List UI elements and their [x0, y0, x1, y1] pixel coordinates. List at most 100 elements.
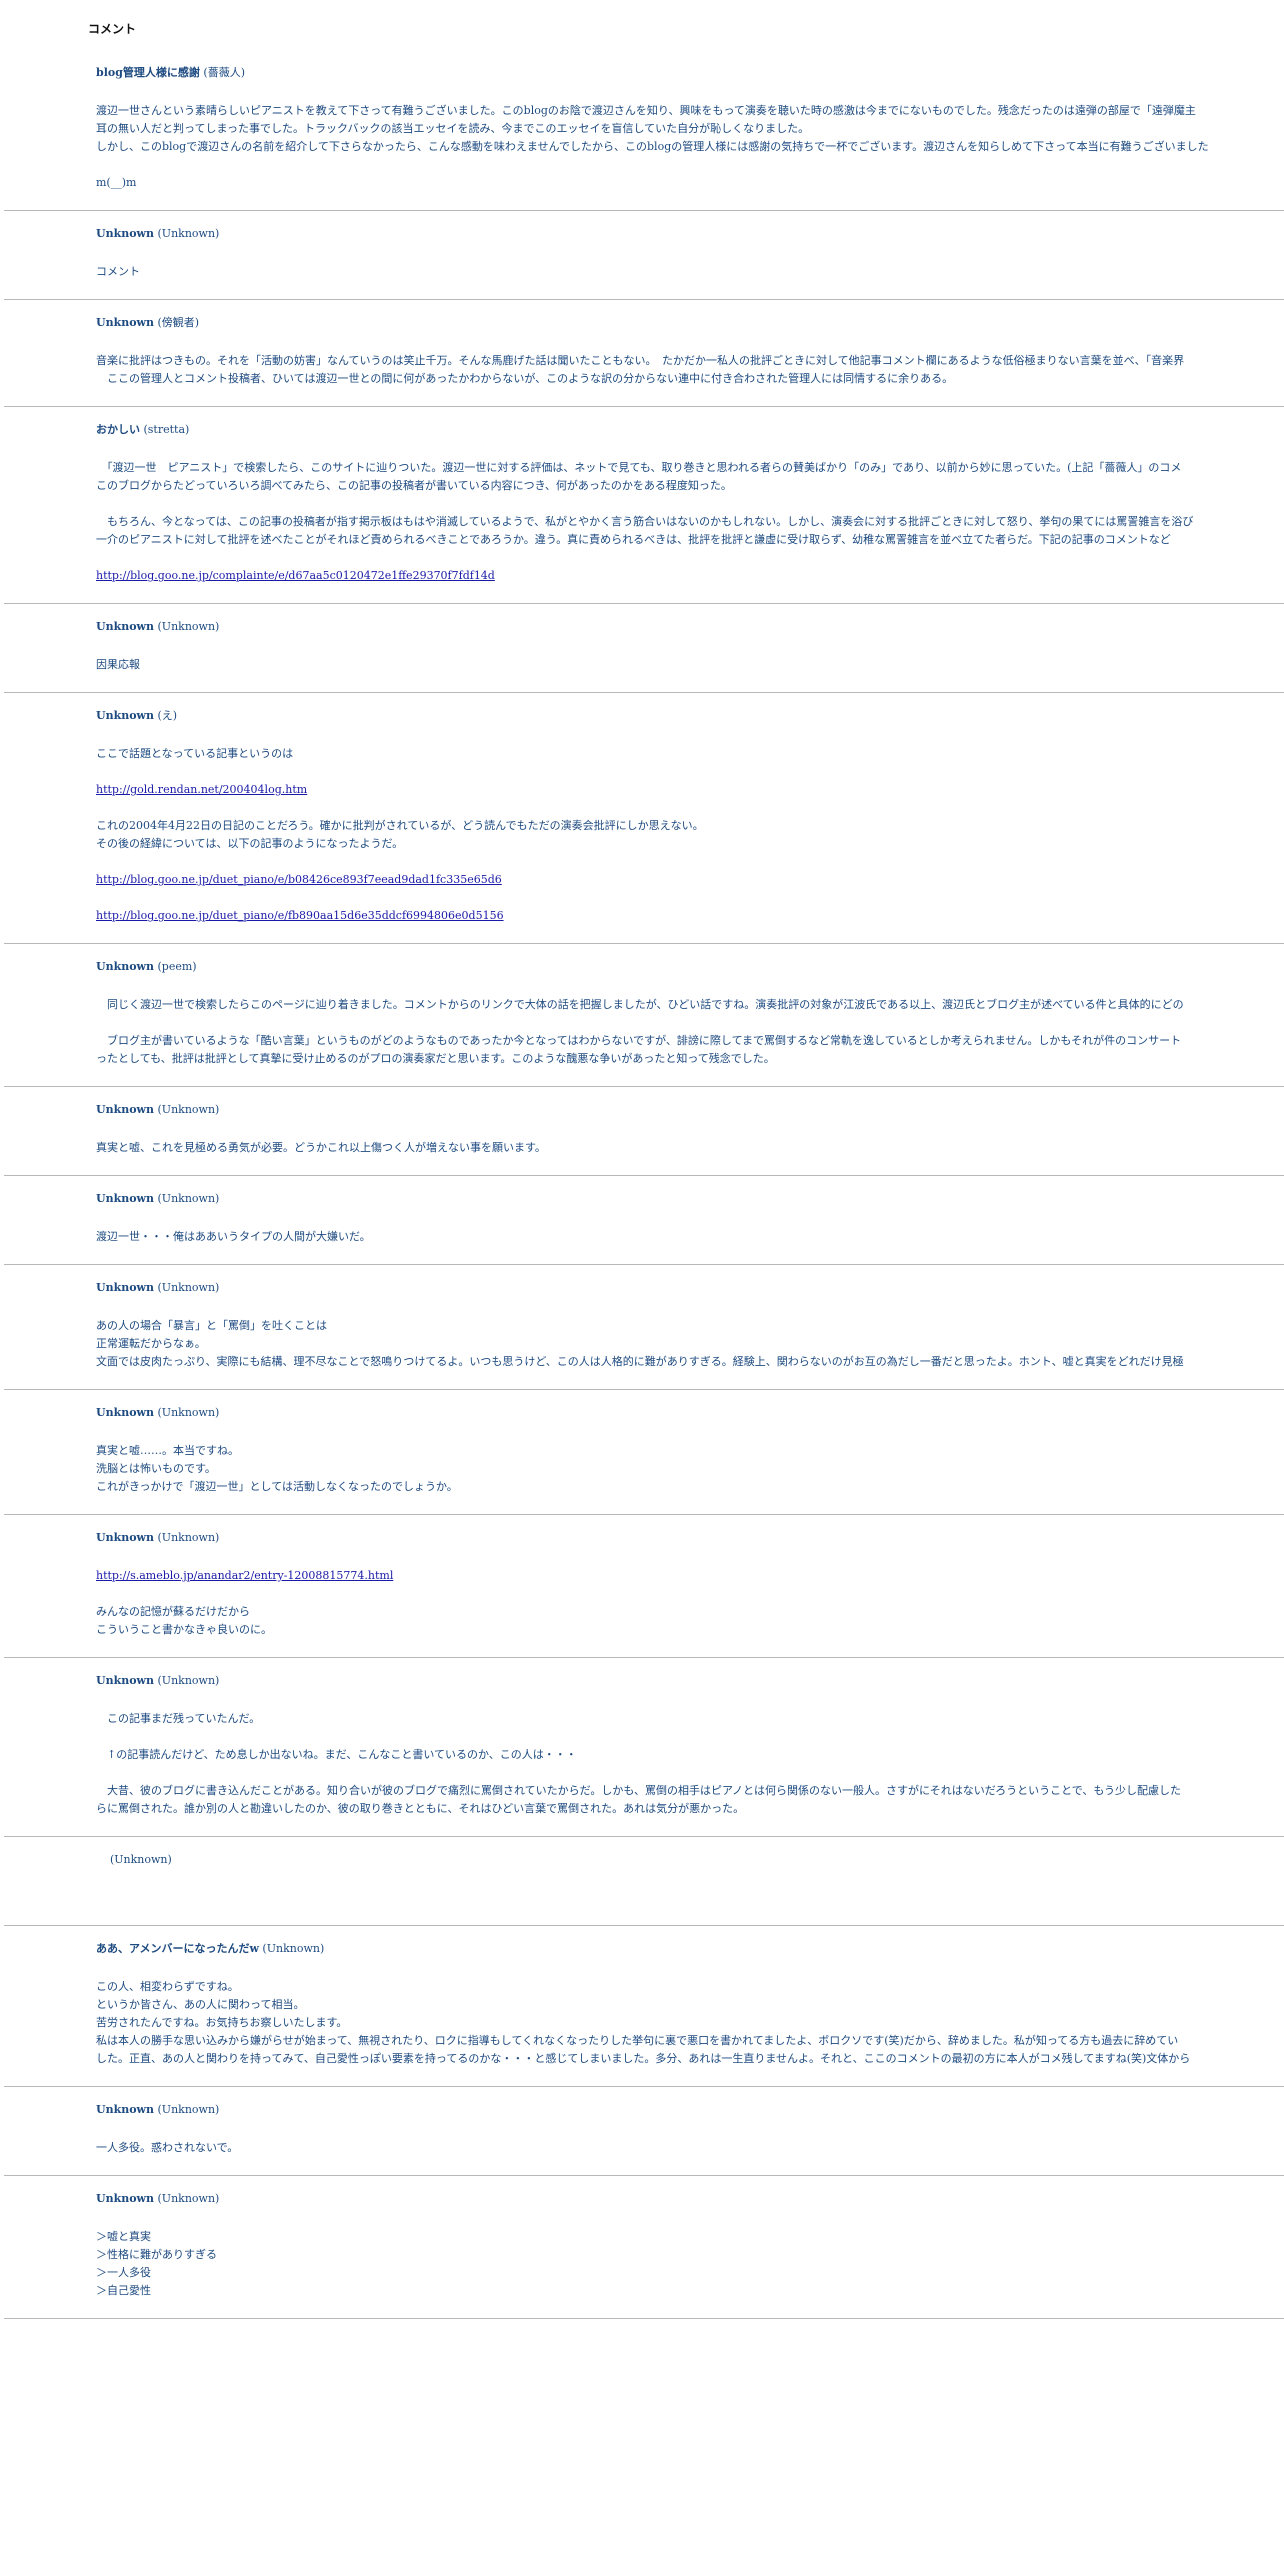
- comment-author-name: (薔薇人): [199, 66, 245, 79]
- comment-paragraph: もちろん、今となっては、この記事の投稿者が指す掲示板はもはや消滅しているようで、…: [96, 513, 1284, 549]
- comment-item: Unknown (傍観者) 音楽に批評はつきもの。それを「活動の妨害」なんていうの…: [4, 300, 1284, 407]
- comment-author-name: (Unknown): [154, 1406, 220, 1419]
- comment-item: Unknown (Unknown) 一人多役。惑わされないで。: [4, 2087, 1284, 2176]
- comment-title: Unknown: [96, 620, 155, 633]
- comment-author-name: (Unknown): [154, 1103, 220, 1116]
- comment-header: Unknown (peem): [96, 958, 1284, 976]
- comment-text-line: 私は本人の勝手な思い込みから嫌がらせが始まって、無視されたり、ロクに指導もしてく…: [96, 2034, 1179, 2047]
- comment-paragraph: http://s.ameblo.jp/anandar2/entry-120088…: [96, 1567, 1284, 1585]
- comment-item: Unknown (え) ここで話題となっている記事というのは http://gold…: [4, 693, 1284, 944]
- comment-text-line: 渡辺一世・・・俺はああいうタイプの人間が大嫌いだ。: [96, 1230, 371, 1243]
- comment-text-line: このブログからたどっていろいろ調べてみたら、この記事の投稿者が書いている内容につ…: [96, 479, 732, 492]
- comment-header: Unknown (Unknown): [96, 1190, 1284, 1208]
- comment-header: (Unknown): [96, 1851, 1284, 1869]
- comment-item: おかしい (stretta) 「渡辺一世 ピアニスト」で検索したら、このサイトに…: [4, 407, 1284, 604]
- comment-header: おかしい (stretta): [96, 421, 1284, 439]
- comment-author-name: (Unknown): [154, 1192, 220, 1205]
- comment-body: 因果応報: [96, 656, 1284, 674]
- comment-text-line: 正常運転だからなぁ。: [96, 1337, 206, 1350]
- comment-text-line: これがきっかけで「渡辺一世」としては活動しなくなったのでしょうか。: [96, 1480, 458, 1493]
- comment-item: Unknown (Unknown) 真実と嘘……。本当ですね。 洗脳とは怖いものです…: [4, 1390, 1284, 1515]
- comment-paragraph: 因果応報: [96, 656, 1284, 674]
- comment-header: Unknown (Unknown): [96, 1404, 1284, 1422]
- comment-body: コメント: [96, 263, 1284, 281]
- comment-link[interactable]: http://blog.goo.ne.jp/duet_piano/e/fb890…: [96, 907, 1284, 925]
- comment-text-line: ＞嘘と真実: [96, 2230, 151, 2243]
- comment-text-line: ここで話題となっている記事というのは: [96, 747, 294, 760]
- comment-paragraph: コメント: [96, 263, 1284, 281]
- comment-title: おかしい: [96, 423, 140, 436]
- comment-header: Unknown (Unknown): [96, 618, 1284, 636]
- comment-author-name: (stretta): [140, 423, 190, 436]
- comment-body: 真実と嘘、これを見極める勇気が必要。どうかこれ以上傷つく人が増えない事を願います…: [96, 1139, 1284, 1157]
- comment-header: Unknown (傍観者): [96, 314, 1284, 332]
- comment-item: blog管理人様に感謝 (薔薇人) 渡辺一世さんという素晴らしいピアニストを教えて…: [4, 50, 1284, 211]
- comment-paragraph: http://blog.goo.ne.jp/duet_piano/e/b0842…: [96, 871, 1284, 889]
- comment-item: ああ、アメンバーになったんだw (Unknown) この人、相変わらずですね。 とい…: [4, 1926, 1284, 2087]
- comment-body: ここで話題となっている記事というのは http://gold.rendan.net…: [96, 745, 1284, 925]
- comment-title: Unknown: [96, 1406, 155, 1419]
- comment-body: 同じく渡辺一世で検索したらこのページに辿り着きました。コメントからのリンクで大体…: [96, 996, 1284, 1068]
- comment-paragraph: 「渡辺一世 ピアニスト」で検索したら、このサイトに辿りついた。渡辺一世に対する評…: [96, 459, 1284, 495]
- comment-item: Unknown (peem) 同じく渡辺一世で検索したらこのページに辿り着きまし…: [4, 944, 1284, 1087]
- comment-paragraph: [96, 1889, 1284, 1907]
- comment-text-line: コメント: [96, 265, 140, 278]
- comment-paragraph: みんなの記憶が蘇るだけだから こういうこと書かなきゃ良いのに。: [96, 1603, 1284, 1639]
- comment-text-line: らに罵倒された。誰か別の人と勘違いしたのか、彼の取り巻きとともに、それはひどい言…: [96, 1802, 745, 1815]
- comment-title: Unknown: [96, 1281, 155, 1294]
- comment-author-name: (Unknown): [110, 1853, 172, 1866]
- comment-text-line: もちろん、今となっては、この記事の投稿者が指す掲示板はもはや消滅しているようで、…: [96, 515, 1194, 528]
- comment-header: Unknown (Unknown): [96, 2101, 1284, 2119]
- comment-author-name: (Unknown): [154, 620, 220, 633]
- comment-link[interactable]: http://blog.goo.ne.jp/complainte/e/d67aa…: [96, 567, 1284, 585]
- comment-title: Unknown: [96, 316, 155, 329]
- comment-text-line: 文面では皮肉たっぷり、実際にも結構、理不尽なことで怒鳴りつけてるよ。いつも思うけ…: [96, 1355, 1184, 1368]
- comment-paragraph: m(__)m: [96, 174, 1284, 192]
- comment-header: Unknown (Unknown): [96, 1529, 1284, 1547]
- comment-body: この記事まだ残っていたんだ。 ↑の記事読んだけど、ため息しか出ないね。まだ、こん…: [96, 1710, 1284, 1818]
- comment-body: http://s.ameblo.jp/anandar2/entry-120088…: [96, 1567, 1284, 1639]
- comment-text-line: 因果応報: [96, 658, 140, 671]
- comment-author-name: (傍観者): [154, 316, 200, 329]
- comment-link[interactable]: http://s.ameblo.jp/anandar2/entry-120088…: [96, 1567, 1284, 1585]
- comment-link[interactable]: http://blog.goo.ne.jp/duet_piano/e/b0842…: [96, 871, 1284, 889]
- comment-title: Unknown: [96, 227, 155, 240]
- comment-header: Unknown (Unknown): [96, 225, 1284, 243]
- comment-text-line: 大昔、彼のブログに書き込んだことがある。知り合いが彼のブログで痛烈に罵倒されてい…: [96, 1784, 1182, 1797]
- comment-text-line: この記事まだ残っていたんだ。: [96, 1712, 261, 1725]
- comment-author-name: (Unknown): [154, 1674, 220, 1687]
- comment-author-name: (Unknown): [154, 227, 220, 240]
- comment-author-name: (Unknown): [258, 1942, 325, 1955]
- comment-title: Unknown: [96, 1531, 155, 1544]
- comment-header: Unknown (Unknown): [96, 1101, 1284, 1119]
- comment-title: Unknown: [96, 1674, 155, 1687]
- comment-paragraph: ↑の記事読んだけど、ため息しか出ないね。まだ、こんなこと書いているのか、この人は…: [96, 1746, 1284, 1764]
- comment-paragraph: 渡辺一世・・・俺はああいうタイプの人間が大嫌いだ。: [96, 1228, 1284, 1246]
- comment-text-line: この人、相変わらずですね。: [96, 1980, 239, 1993]
- comment-text-line: ここの管理人とコメント投稿者、ひいては渡辺一世との間に何があったかわからないが、…: [96, 372, 954, 385]
- comment-title: blog管理人様に感謝: [96, 66, 200, 79]
- comment-author-name: (Unknown): [154, 2192, 220, 2205]
- comment-text-line: 耳の無い人だと判ってしまった事でした。トラックバックの該当エッセイを読み、今まで…: [96, 122, 810, 135]
- comment-author-name: (Unknown): [154, 2103, 220, 2116]
- comment-title: Unknown: [96, 2192, 155, 2205]
- comment-header: Unknown (え): [96, 707, 1284, 725]
- comment-text-line: 「渡辺一世 ピアニスト」で検索したら、このサイトに辿りついた。渡辺一世に対する評…: [96, 461, 1182, 474]
- comments-section-title: コメント: [88, 22, 137, 36]
- comment-link[interactable]: http://gold.rendan.net/200404log.htm: [96, 781, 1284, 799]
- comment-paragraph: 真実と嘘……。本当ですね。 洗脳とは怖いものです。 これがきっかけで「渡辺一世」とし…: [96, 1442, 1284, 1496]
- comment-paragraph: 音楽に批評はつきもの。それを「活動の妨害」なんていうのは笑止千万。そんな馬鹿げた…: [96, 352, 1284, 388]
- comment-paragraph: この人、相変わらずですね。 というか皆さん、あの人に関わって相当。 苦労されたんです…: [96, 1978, 1284, 2068]
- comment-item: Unknown (Unknown) 渡辺一世・・・俺はああいうタイプの人間が大嫌い…: [4, 1176, 1284, 1265]
- comment-title: Unknown: [96, 1103, 155, 1116]
- comment-text-line: ↑の記事読んだけど、ため息しか出ないね。まだ、こんなこと書いているのか、この人は…: [96, 1748, 577, 1761]
- comment-author-name: (peem): [154, 960, 197, 973]
- comment-text-line: ＞性格に難がありすぎる: [96, 2248, 217, 2261]
- comment-text-line: ったとしても、批評は批評として真摯に受け止めるのがプロの演奏家だと思います。この…: [96, 1052, 775, 1065]
- comment-item: Unknown (Unknown) ＞嘘と真実 ＞性格に難がありすぎる ＞一人多役 ＞自…: [4, 2176, 1284, 2319]
- comment-body: [96, 1889, 1284, 1907]
- comment-text-line: [96, 1889, 1284, 1907]
- comment-paragraph: http://blog.goo.ne.jp/complainte/e/d67aa…: [96, 567, 1284, 585]
- comment-text-line: 渡辺一世さんという素晴らしいピアニストを教えて下さって有難うございました。このb…: [96, 104, 1196, 117]
- comment-item: Unknown (Unknown) あの人の場合「暴言」と「罵倒」を吐くことは 正常…: [4, 1265, 1284, 1390]
